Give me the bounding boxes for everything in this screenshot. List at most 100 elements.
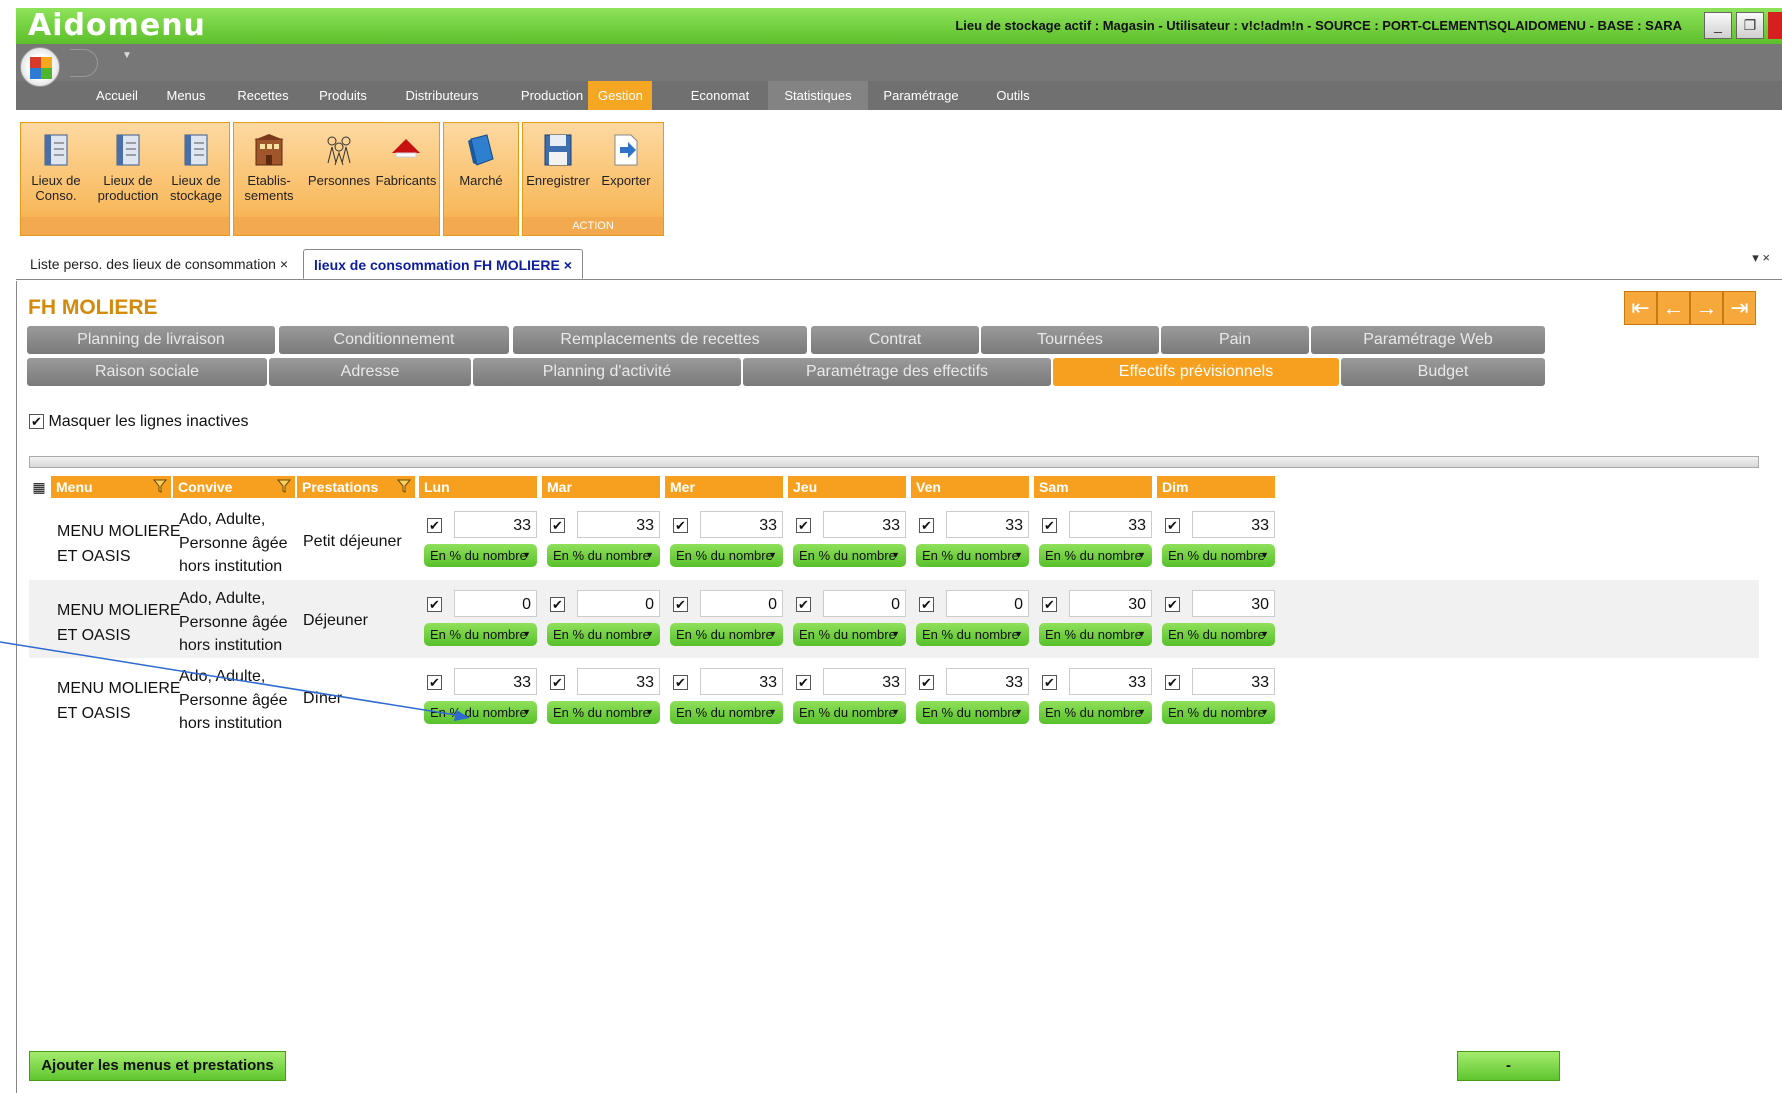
day-value-input[interactable]: 0 xyxy=(823,590,906,617)
menu-tab-economat[interactable]: Economat xyxy=(678,81,762,110)
day-active-checkbox[interactable]: ✔ xyxy=(796,518,811,533)
section-tab-2-5[interactable]: Budget xyxy=(1341,358,1545,386)
day-active-checkbox[interactable]: ✔ xyxy=(550,597,565,612)
column-header-mer[interactable]: Mer xyxy=(665,476,783,498)
day-active-checkbox[interactable]: ✔ xyxy=(1042,518,1057,533)
filter-icon[interactable] xyxy=(153,479,167,493)
mode-dropdown[interactable]: En % du nombre ▼ xyxy=(1162,701,1275,724)
day-value-input[interactable]: 33 xyxy=(1192,511,1275,538)
chevron-down-icon[interactable]: ▼ xyxy=(122,50,132,61)
day-value-input[interactable]: 30 xyxy=(1069,590,1152,617)
mode-dropdown[interactable]: En % du nombre ▼ xyxy=(916,701,1029,724)
tab-liste-lieux[interactable]: Liste perso. des lieux de consommation × xyxy=(20,249,298,279)
enregistrer-button[interactable]: Enregistrer xyxy=(523,127,593,215)
section-tab-2-1[interactable]: Adresse xyxy=(269,358,471,386)
close-icon[interactable]: × xyxy=(280,256,288,272)
mode-dropdown[interactable]: En % du nombre ▼ xyxy=(916,623,1029,646)
column-header-jeu[interactable]: Jeu xyxy=(788,476,906,498)
section-tab-2-0[interactable]: Raison sociale xyxy=(27,358,267,386)
column-chooser-icon[interactable]: ▦ xyxy=(29,476,49,498)
menu-tab-menus[interactable]: Menus xyxy=(154,81,218,110)
column-header-sam[interactable]: Sam xyxy=(1034,476,1152,498)
close-window-button[interactable] xyxy=(1768,12,1782,39)
menu-tab-gestion[interactable]: Gestion xyxy=(588,81,652,110)
day-value-input[interactable]: 33 xyxy=(1069,511,1152,538)
menu-tab-recettes[interactable]: Recettes xyxy=(223,81,303,110)
column-header-menu[interactable]: Menu xyxy=(51,476,171,498)
day-value-input[interactable]: 0 xyxy=(700,590,783,617)
mode-dropdown[interactable]: En % du nombre ▼ xyxy=(1039,701,1152,724)
section-tab-1-5[interactable]: Pain xyxy=(1161,326,1309,354)
section-tab-1-2[interactable]: Remplacements de recettes xyxy=(513,326,807,354)
etablissements-button[interactable]: Etablis-sements xyxy=(234,127,304,215)
mode-dropdown[interactable]: En % du nombre ▼ xyxy=(793,623,906,646)
menu-tab-production[interactable]: Production xyxy=(502,81,602,110)
mode-dropdown[interactable]: En % du nombre ▼ xyxy=(916,544,1029,567)
mode-dropdown[interactable]: En % du nombre ▼ xyxy=(547,623,660,646)
add-menus-button[interactable]: Ajouter les menus et prestations xyxy=(29,1051,286,1081)
restore-button[interactable]: ❐ xyxy=(1736,12,1764,39)
menu-tab-produits[interactable]: Produits xyxy=(306,81,380,110)
hide-inactive-row[interactable]: ✔ Masquer les lignes inactives xyxy=(29,413,249,431)
mode-dropdown[interactable]: En % du nombre ▼ xyxy=(670,623,783,646)
mode-dropdown[interactable]: En % du nombre ▼ xyxy=(670,544,783,567)
mode-dropdown[interactable]: En % du nombre ▼ xyxy=(793,544,906,567)
quick-access-icon[interactable] xyxy=(70,49,98,77)
filter-icon[interactable] xyxy=(397,479,411,493)
hide-inactive-checkbox[interactable]: ✔ xyxy=(29,414,44,430)
column-header-dim[interactable]: Dim xyxy=(1157,476,1275,498)
previous-record-icon[interactable]: ← xyxy=(1657,291,1690,325)
section-tab-2-2[interactable]: Planning d'activité xyxy=(473,358,741,386)
section-tab-2-3[interactable]: Paramétrage des effectifs xyxy=(743,358,1051,386)
fabricants-button[interactable]: Fabricants xyxy=(371,127,441,215)
day-active-checkbox[interactable]: ✔ xyxy=(919,518,934,533)
mode-dropdown[interactable]: En % du nombre ▼ xyxy=(1039,544,1152,567)
personnes-button[interactable]: Personnes xyxy=(304,127,374,215)
day-active-checkbox[interactable]: ✔ xyxy=(550,518,565,533)
day-active-checkbox[interactable]: ✔ xyxy=(550,675,565,690)
column-header-mar[interactable]: Mar xyxy=(542,476,660,498)
tab-lieux-fh-moliere[interactable]: lieux de consommation FH MOLIERE × xyxy=(303,249,583,279)
menu-tab-statistiques[interactable]: Statistiques xyxy=(768,81,868,110)
tabs-menu-icon[interactable]: ▾ × xyxy=(1752,250,1770,266)
minimize-button[interactable]: _ xyxy=(1704,12,1732,39)
day-value-input[interactable]: 30 xyxy=(1192,590,1275,617)
day-active-checkbox[interactable]: ✔ xyxy=(673,675,688,690)
lieux-stockage-button[interactable]: Lieux de stockage xyxy=(161,127,231,215)
day-active-checkbox[interactable]: ✔ xyxy=(427,597,442,612)
column-header-ven[interactable]: Ven xyxy=(911,476,1029,498)
day-value-input[interactable]: 33 xyxy=(454,668,537,695)
mode-dropdown[interactable]: En % du nombre ▼ xyxy=(1162,623,1275,646)
section-tab-1-3[interactable]: Contrat xyxy=(811,326,979,354)
app-logo-icon[interactable] xyxy=(20,47,60,87)
day-active-checkbox[interactable]: ✔ xyxy=(796,597,811,612)
day-active-checkbox[interactable]: ✔ xyxy=(673,518,688,533)
marche-button[interactable]: Marché xyxy=(446,127,516,215)
first-record-icon[interactable]: ⇤ xyxy=(1624,291,1657,325)
day-active-checkbox[interactable]: ✔ xyxy=(919,675,934,690)
day-active-checkbox[interactable]: ✔ xyxy=(796,675,811,690)
lieux-conso-button[interactable]: Lieux de Conso. xyxy=(21,127,91,215)
day-value-input[interactable]: 33 xyxy=(454,511,537,538)
mode-dropdown[interactable]: En % du nombre ▼ xyxy=(424,701,537,724)
day-value-input[interactable]: 33 xyxy=(946,668,1029,695)
last-record-icon[interactable]: ⇥ xyxy=(1723,291,1756,325)
day-value-input[interactable]: 33 xyxy=(1069,668,1152,695)
mode-dropdown[interactable]: En % du nombre ▼ xyxy=(547,701,660,724)
section-tab-1-6[interactable]: Paramétrage Web xyxy=(1311,326,1545,354)
lieux-production-button[interactable]: Lieux de production xyxy=(93,127,163,215)
column-header-convive[interactable]: Convive xyxy=(173,476,295,498)
menu-tab-accueil[interactable]: Accueil xyxy=(71,81,163,110)
day-active-checkbox[interactable]: ✔ xyxy=(1042,597,1057,612)
day-value-input[interactable]: 33 xyxy=(1192,668,1275,695)
day-active-checkbox[interactable]: ✔ xyxy=(673,597,688,612)
column-header-prestations[interactable]: Prestations xyxy=(297,476,415,498)
day-value-input[interactable]: 0 xyxy=(946,590,1029,617)
mode-dropdown[interactable]: En % du nombre ▼ xyxy=(424,623,537,646)
day-active-checkbox[interactable]: ✔ xyxy=(1042,675,1057,690)
section-tab-1-4[interactable]: Tournées xyxy=(981,326,1159,354)
day-active-checkbox[interactable]: ✔ xyxy=(1165,518,1180,533)
day-value-input[interactable]: 0 xyxy=(454,590,537,617)
menu-tab-outils[interactable]: Outils xyxy=(979,81,1047,110)
remove-button[interactable]: - xyxy=(1457,1051,1560,1081)
